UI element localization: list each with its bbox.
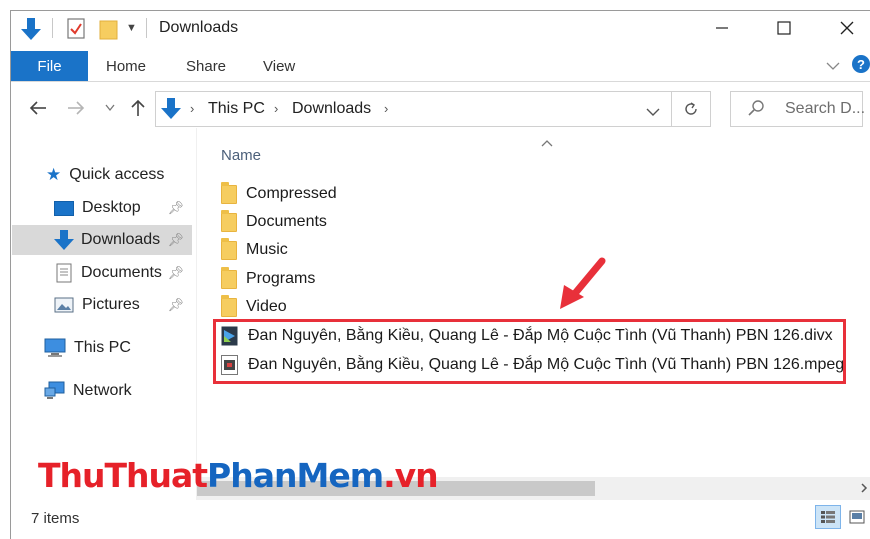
- nav-label: This PC: [74, 339, 131, 356]
- recent-locations-button[interactable]: [98, 96, 122, 120]
- breadcrumb-separator[interactable]: ›: [384, 101, 388, 116]
- pane-divider[interactable]: [196, 128, 197, 500]
- sort-ascending-icon: [541, 134, 553, 150]
- column-header-name[interactable]: Name: [221, 147, 261, 164]
- list-item-folder[interactable]: Programs: [221, 266, 315, 292]
- window-title: Downloads: [159, 19, 239, 36]
- sidebar-item-pictures[interactable]: Pictures 📌︎: [12, 290, 192, 320]
- computer-icon: [44, 338, 66, 358]
- network-icon: [44, 381, 66, 401]
- back-button[interactable]: [26, 96, 50, 120]
- breadcrumb-this-pc[interactable]: This PC: [208, 100, 265, 118]
- scroll-right-arrow[interactable]: [860, 481, 868, 498]
- forward-button[interactable]: [64, 96, 88, 120]
- tab-share[interactable]: Share: [186, 51, 226, 82]
- list-item-folder[interactable]: Video: [221, 294, 287, 320]
- nav-label: Pictures: [82, 296, 140, 313]
- pin-icon[interactable]: 📌︎: [167, 297, 184, 313]
- address-history-dropdown[interactable]: [646, 104, 660, 121]
- refresh-button[interactable]: [671, 91, 711, 127]
- tab-view[interactable]: View: [263, 51, 295, 82]
- close-button[interactable]: [824, 11, 870, 45]
- watermark-part: ThuThuat: [38, 456, 208, 495]
- file-name: Video: [246, 298, 287, 315]
- tab-file[interactable]: File: [11, 51, 88, 82]
- document-icon: [56, 263, 72, 283]
- nav-label: Desktop: [82, 199, 141, 216]
- maximize-button[interactable]: [761, 11, 807, 45]
- breadcrumb-separator[interactable]: ›: [274, 101, 278, 116]
- breadcrumb-separator[interactable]: ›: [190, 101, 194, 116]
- sidebar-item-documents[interactable]: Documents 📌︎: [12, 258, 192, 288]
- watermark-logo: ThuThuatPhanMem.vn: [38, 456, 439, 495]
- search-icon: [748, 99, 766, 121]
- file-name: Compressed: [246, 185, 337, 202]
- pin-icon[interactable]: 📌︎: [167, 200, 184, 216]
- file-name: Music: [246, 241, 288, 258]
- folder-icon: [221, 237, 237, 260]
- folder-icon: [221, 294, 237, 317]
- search-placeholder: Search D...: [785, 100, 866, 117]
- toolbar-separator: [146, 18, 147, 38]
- sidebar-item-this-pc[interactable]: This PC: [44, 333, 184, 363]
- sidebar-item-desktop[interactable]: Desktop 📌︎: [12, 193, 192, 223]
- pictures-icon: [54, 297, 74, 313]
- breadcrumb-downloads[interactable]: Downloads: [292, 100, 371, 118]
- file-name: Documents: [246, 213, 327, 230]
- sidebar-item-network[interactable]: Network: [44, 376, 184, 406]
- nav-label: Network: [73, 382, 132, 399]
- watermark-part: .vn: [383, 456, 439, 495]
- nav-label: Downloads: [81, 231, 161, 248]
- chevron-down-icon[interactable]: [826, 58, 840, 75]
- list-item-folder[interactable]: Music: [221, 237, 288, 263]
- customize-quick-access-icon[interactable]: ▼: [126, 22, 137, 34]
- list-item-folder[interactable]: Documents: [221, 209, 327, 235]
- annotation-arrow: [558, 257, 608, 317]
- properties-icon[interactable]: [66, 16, 86, 44]
- nav-quick-access[interactable]: ★ Quick access: [46, 160, 186, 190]
- new-folder-icon[interactable]: [99, 18, 119, 44]
- large-icons-view-button[interactable]: [846, 506, 868, 528]
- details-view-button[interactable]: [815, 505, 841, 529]
- sidebar-item-downloads[interactable]: Downloads 📌︎: [12, 225, 192, 255]
- download-arrow-icon: [20, 16, 42, 46]
- download-arrow-icon: [54, 229, 74, 251]
- file-name: Programs: [246, 270, 316, 287]
- download-arrow-icon: [161, 97, 181, 125]
- desktop-icon: [54, 200, 74, 216]
- watermark-part: PhanMem: [207, 456, 384, 495]
- status-item-count: 7 items: [31, 510, 80, 527]
- tab-home[interactable]: Home: [106, 51, 146, 82]
- help-icon[interactable]: ?: [852, 55, 870, 73]
- minimize-button[interactable]: [699, 11, 745, 45]
- nav-label: Quick access: [69, 166, 165, 183]
- list-item-folder[interactable]: Compressed: [221, 181, 337, 207]
- up-button[interactable]: [126, 96, 150, 120]
- star-icon: ★: [46, 165, 62, 184]
- folder-icon: [221, 209, 237, 232]
- ribbon-divider: [11, 81, 870, 82]
- folder-icon: [221, 266, 237, 289]
- pin-icon[interactable]: 📌︎: [167, 232, 184, 248]
- highlight-box: [213, 319, 846, 384]
- nav-label: Documents: [81, 264, 162, 281]
- pin-icon[interactable]: 📌︎: [167, 265, 184, 281]
- toolbar-separator: [52, 18, 53, 38]
- folder-icon: [221, 181, 237, 204]
